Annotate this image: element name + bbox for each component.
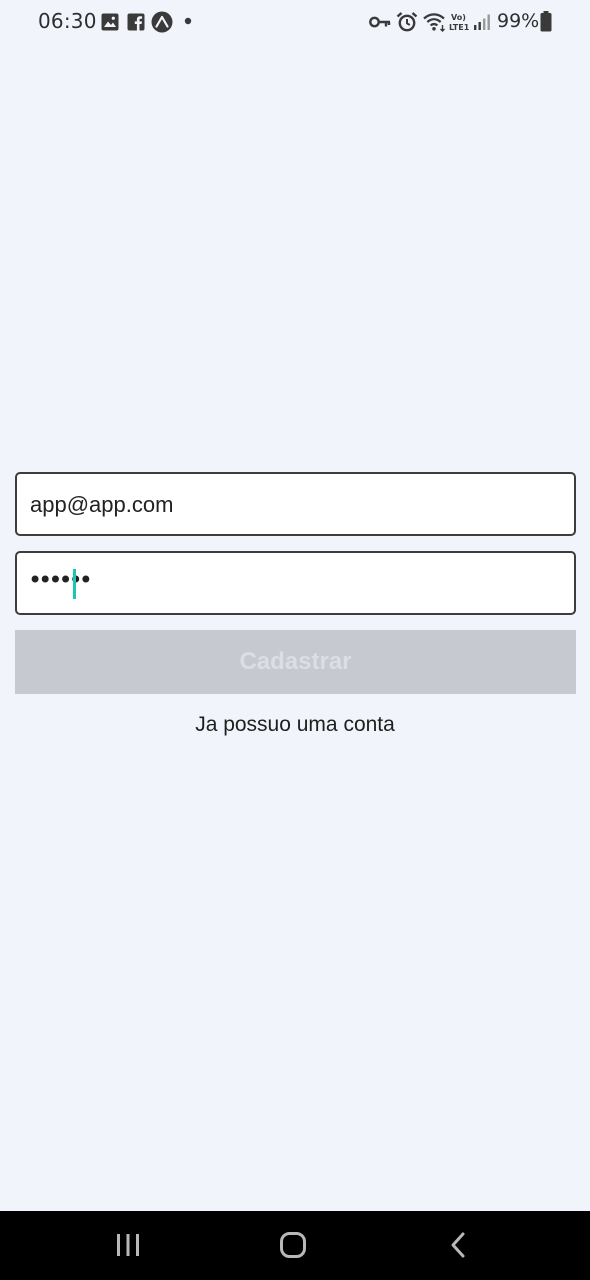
expo-notification-icon [151,11,173,33]
alarm-icon [396,12,418,32]
back-icon [451,1232,465,1258]
password-field[interactable]: •••••• [15,551,576,615]
volte-lte-icon: Vo) LTE1 [449,13,470,32]
svg-text:Vo): Vo) [451,13,466,22]
status-bar: 06:30 Vo) LTE1 99% [0,0,590,44]
email-value: app@app.com [30,492,174,517]
more-notifications-dot-icon [184,17,192,25]
wifi-icon [423,13,445,32]
home-button[interactable] [269,1225,317,1265]
vpn-key-icon [369,16,391,28]
status-time: 06:30 [38,9,97,33]
gallery-notification-icon [101,13,119,31]
battery-percent: 99% [497,10,540,32]
already-have-account-link[interactable]: Ja possuo uma conta [0,713,590,737]
cell-signal-icon [474,14,490,30]
battery-icon [540,11,552,32]
recent-apps-button[interactable] [104,1225,152,1265]
text-cursor [73,569,76,599]
navigation-bar [0,1211,590,1280]
svg-text:LTE1: LTE1 [449,23,470,32]
back-button[interactable] [434,1225,482,1265]
facebook-notification-icon [127,13,145,31]
home-icon [280,1232,306,1258]
recent-apps-icon [117,1234,139,1256]
password-masked-value: •••••• [28,566,93,594]
email-field[interactable]: app@app.com [15,472,576,536]
register-button[interactable]: Cadastrar [15,630,576,694]
